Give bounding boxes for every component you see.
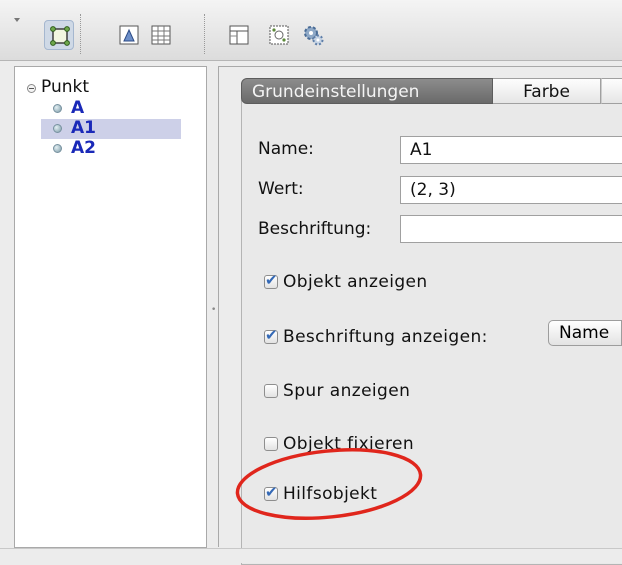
tab-more[interactable] [601,78,622,104]
trace-checkbox[interactable] [264,384,278,398]
tab-color[interactable]: Farbe [493,78,601,104]
object-tree: Punkt A A1 A2 [14,66,207,548]
graphics-view-icon [119,25,139,45]
value-field[interactable]: (2, 3) [400,176,622,204]
tab-basic[interactable]: Grundeinstellungen [241,78,493,104]
tree-item-selected[interactable]: A1 [41,118,181,139]
dropdown-arrow-icon[interactable] [14,18,20,22]
graphics-view-button[interactable] [114,20,144,50]
caption-label: Beschriftung: [258,219,372,239]
tree-item[interactable]: A [41,98,181,119]
splitter-handle[interactable]: • [211,305,216,315]
toolbar-separator [204,14,206,54]
show-caption-checkbox[interactable] [264,326,278,344]
spreadsheet-view-button[interactable] [146,20,176,50]
point-icon [53,104,62,113]
toolbar [0,0,622,61]
show-object-label: Objekt anzeigen [283,272,428,292]
name-field[interactable]: A1 [400,136,622,164]
label-mode-dropdown[interactable]: Name [548,320,622,346]
spreadsheet-view-icon [151,25,171,45]
collapse-icon[interactable] [27,84,36,93]
algebra-view-button[interactable] [44,20,74,50]
caption-field[interactable] [400,215,622,243]
layout-button[interactable] [224,20,254,50]
algebra-view-icon [50,26,70,46]
layout-icon [229,25,249,45]
name-label: Name: [258,139,314,159]
tree-item-label: A2 [71,138,96,158]
point-icon [53,144,62,153]
settings-button[interactable] [298,20,328,50]
tree-category-point[interactable]: Punkt [41,77,89,97]
point-icon [53,124,62,133]
show-object-checkbox[interactable] [264,271,278,289]
trace-label: Spur anzeigen [283,381,411,401]
show-caption-label: Beschriftung anzeigen: [283,327,488,347]
value-label: Wert: [258,179,304,199]
tree-item[interactable]: A2 [41,138,181,159]
tree-item-label: A1 [71,118,96,138]
construction-button[interactable] [264,20,294,50]
tree-item-label: A [71,98,85,118]
toolbar-separator [80,14,82,54]
highlight-ellipse [235,448,423,520]
status-strip [0,548,622,563]
settings-icon [304,26,324,46]
construction-icon [269,25,289,45]
